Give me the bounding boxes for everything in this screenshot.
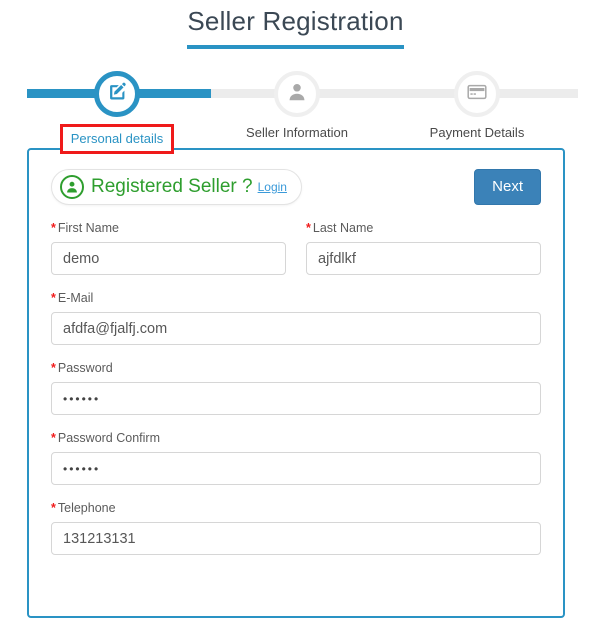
email-label-text: E-Mail: [57, 291, 94, 305]
next-button[interactable]: Next: [474, 169, 541, 205]
first-name-label: * First Name: [51, 220, 286, 236]
last-name-field-group: * Last Name: [306, 220, 541, 275]
step-personal-details[interactable]: Personal details: [42, 62, 192, 154]
registered-seller-text: Registered Seller ?: [91, 176, 253, 197]
registration-stepper: Personal details Seller Information Paym…: [0, 62, 591, 154]
first-name-label-text: First Name: [57, 221, 119, 235]
password-input[interactable]: [51, 382, 541, 415]
personal-details-form: *First Name *Last Name *E-Mail *Password…: [51, 220, 541, 555]
password-confirm-field-group: * Password Confirm: [51, 430, 541, 485]
page-header: Seller Registration: [0, 0, 591, 49]
telephone-input[interactable]: [51, 522, 541, 555]
email-input[interactable]: [51, 312, 541, 345]
last-name-label: * Last Name: [306, 220, 541, 236]
step-payment-details-circle[interactable]: [454, 71, 500, 117]
required-asterisk: *: [51, 431, 56, 445]
registered-seller-banner: Registered Seller ? Login: [51, 169, 302, 205]
name-row: *First Name *Last Name: [51, 220, 541, 290]
password-confirm-label: * Password Confirm: [51, 430, 541, 446]
required-asterisk: *: [51, 361, 56, 375]
panel-header: Registered Seller ? Login Next: [51, 168, 541, 206]
credit-card-icon: [465, 80, 489, 109]
telephone-label-text: Telephone: [57, 501, 116, 515]
password-label-text: Password: [57, 361, 113, 375]
step-payment-details[interactable]: Payment Details: [402, 62, 552, 141]
email-label: * E-Mail: [51, 290, 541, 306]
step-personal-details-circle[interactable]: [94, 71, 140, 117]
step-seller-information-label: Seller Information: [246, 125, 348, 140]
password-field-group: * Password: [51, 360, 541, 415]
first-name-field-group: * First Name: [51, 220, 286, 275]
person-icon: [286, 81, 308, 108]
step-seller-information[interactable]: Seller Information: [222, 62, 372, 141]
login-link[interactable]: Login: [258, 180, 287, 194]
step-personal-details-label: Personal details: [59, 124, 175, 154]
required-asterisk: *: [51, 501, 56, 515]
step-payment-details-label: Payment Details: [429, 125, 525, 140]
telephone-label: * Telephone: [51, 500, 541, 516]
telephone-field-group: * Telephone: [51, 500, 541, 555]
email-field-group: * E-Mail: [51, 290, 541, 345]
personal-details-panel: Registered Seller ? Login Next * First Na…: [27, 148, 565, 618]
step-personal-details-label-wrap: Personal details: [42, 124, 192, 154]
password-confirm-label-text: Password Confirm: [57, 431, 160, 445]
page-title: Seller Registration: [187, 4, 404, 49]
step-seller-information-circle[interactable]: [274, 71, 320, 117]
last-name-input[interactable]: [306, 242, 541, 275]
password-confirm-input[interactable]: [51, 452, 541, 485]
required-asterisk: *: [51, 291, 56, 305]
required-asterisk: *: [306, 221, 311, 235]
edit-pencil-square-icon: [107, 81, 128, 107]
required-asterisk: *: [51, 221, 56, 235]
person-circle-icon: [60, 175, 84, 199]
password-label: * Password: [51, 360, 541, 376]
first-name-input[interactable]: [51, 242, 286, 275]
last-name-label-text: Last Name: [312, 221, 374, 235]
